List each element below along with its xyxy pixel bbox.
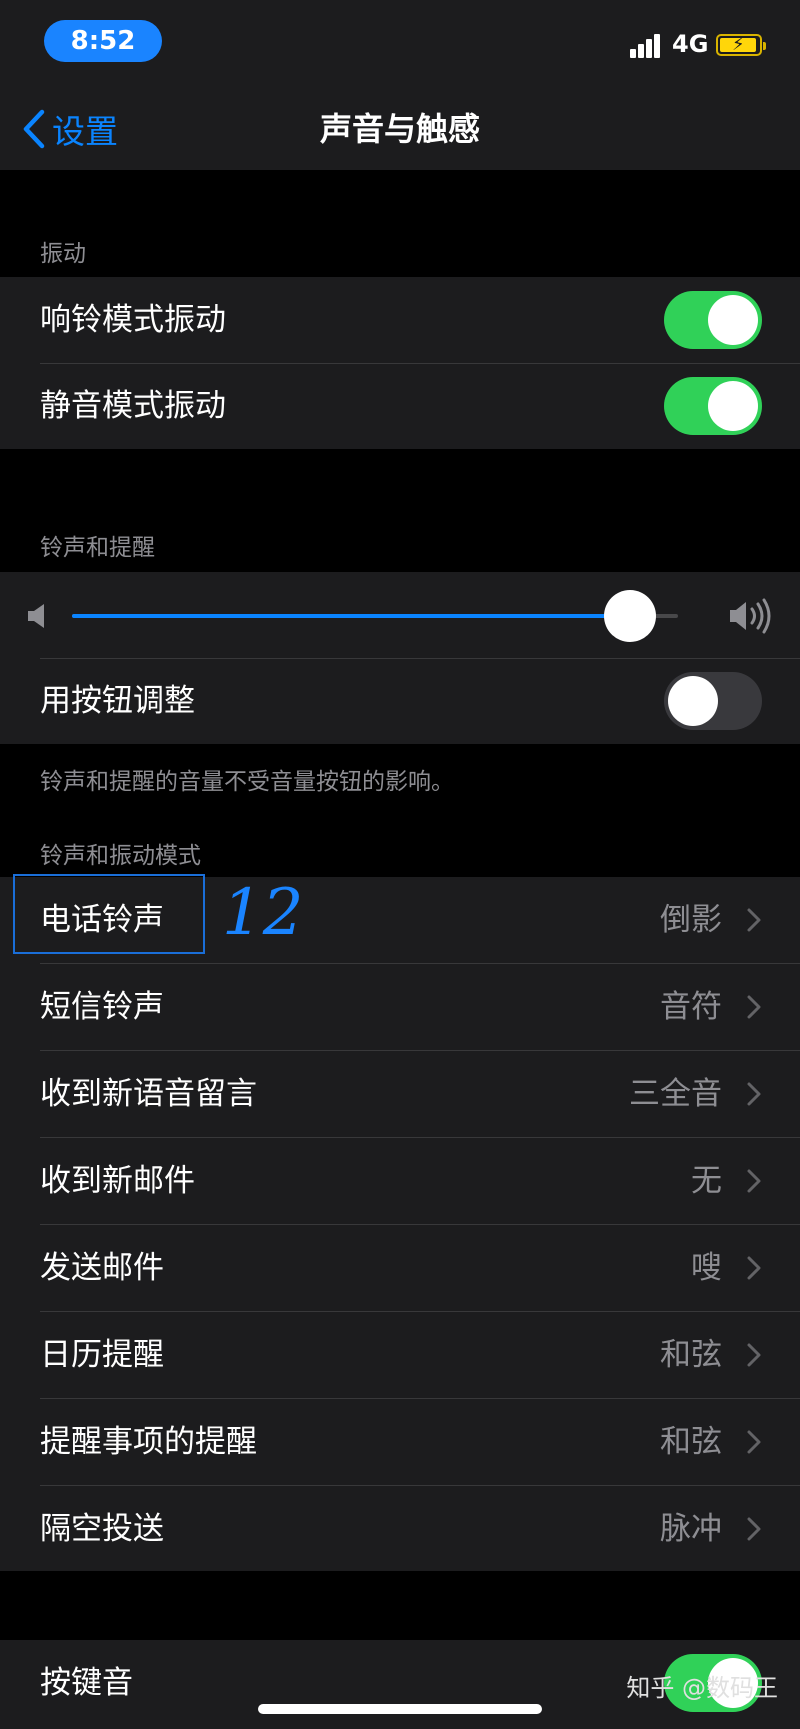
pattern-label: 提醒事项的提醒 [40,1424,257,1460]
pattern-label: 隔空投送 [40,1511,164,1547]
vibration-group: 响铃模式振动 静音模式振动 [0,277,800,449]
pattern-value: 无 [691,1163,722,1199]
pattern-label: 收到新语音留言 [40,1076,257,1112]
silent-vibrate-row: 静音模式振动 [0,363,800,449]
pattern-value: 脉冲 [660,1511,722,1547]
pattern-value: 三全音 [629,1076,722,1112]
speaker-high-icon [730,598,771,634]
pattern-label: 日历提醒 [40,1337,164,1373]
pattern-value: 音符 [660,989,722,1025]
chevron-right-icon [747,1082,761,1106]
status-bar: 8:52 4G ⚡ [0,0,800,88]
pattern-value: 倒影 [660,902,722,938]
pattern-label: 收到新邮件 [40,1163,195,1199]
network-type: 4G [672,30,709,58]
pattern-row-calendar[interactable]: 日历提醒 和弦 [0,1312,800,1398]
status-time[interactable]: 8:52 [44,20,162,62]
chevron-right-icon [747,1430,761,1454]
pattern-row-reminders[interactable]: 提醒事项的提醒 和弦 [0,1399,800,1485]
silent-vibrate-label: 静音模式振动 [40,388,226,424]
annotation-number: 12 [222,876,304,950]
pattern-value: 和弦 [660,1424,722,1460]
speaker-low-icon [28,604,44,628]
pattern-value: 和弦 [660,1337,722,1373]
ringer-group: 用按钮调整 [0,572,800,744]
home-indicator [258,1704,542,1714]
watermark: 知乎 @数码王 [626,1674,778,1702]
pattern-row-new-mail[interactable]: 收到新邮件 无 [0,1138,800,1224]
ring-vibrate-label: 响铃模式振动 [40,302,226,338]
pattern-row-voicemail[interactable]: 收到新语音留言 三全音 [0,1051,800,1137]
chevron-right-icon [747,908,761,932]
chevron-right-icon [747,1169,761,1193]
section-header-ringer: 铃声和提醒 [40,535,155,561]
pattern-value: 嗖 [691,1250,722,1286]
silent-vibrate-toggle[interactable] [664,377,762,435]
battery-charging-icon: ⚡ [716,34,766,56]
volume-slider-thumb[interactable] [603,590,656,642]
section-header-patterns: 铃声和振动模式 [40,843,201,869]
change-with-buttons-label: 用按钮调整 [40,683,195,719]
ring-vibrate-toggle[interactable] [664,291,762,349]
chevron-right-icon [747,1343,761,1367]
pattern-label: 发送邮件 [40,1250,164,1286]
pattern-row-text-tone[interactable]: 短信铃声 音符 [0,964,800,1050]
change-with-buttons-row: 用按钮调整 [0,658,800,744]
pattern-row-airdrop[interactable]: 隔空投送 脉冲 [0,1486,800,1572]
chevron-right-icon [747,995,761,1019]
patterns-group: 电话铃声 倒影 短信铃声 音符 收到新语音留言 三全音 收到新邮件 无 发送邮件… [0,877,800,1571]
change-with-buttons-toggle[interactable] [664,672,762,730]
page-title: 声音与触感 [319,110,480,148]
keyboard-clicks-label: 按键音 [40,1665,133,1701]
volume-slider-row [0,572,800,658]
ringer-footer-note: 铃声和提醒的音量不受音量按钮的影响。 [40,769,454,795]
volume-slider[interactable] [72,614,678,618]
ring-vibrate-row: 响铃模式振动 [0,277,800,363]
section-header-vibration: 振动 [40,241,86,267]
chevron-right-icon [747,1517,761,1541]
chevron-right-icon [747,1256,761,1280]
navigation-bar: 设置 声音与触感 [0,88,800,170]
pattern-label: 短信铃声 [40,989,164,1025]
cellular-signal-icon [630,32,666,58]
pattern-row-sent-mail[interactable]: 发送邮件 嗖 [0,1225,800,1311]
annotation-highlight-box [13,874,205,954]
